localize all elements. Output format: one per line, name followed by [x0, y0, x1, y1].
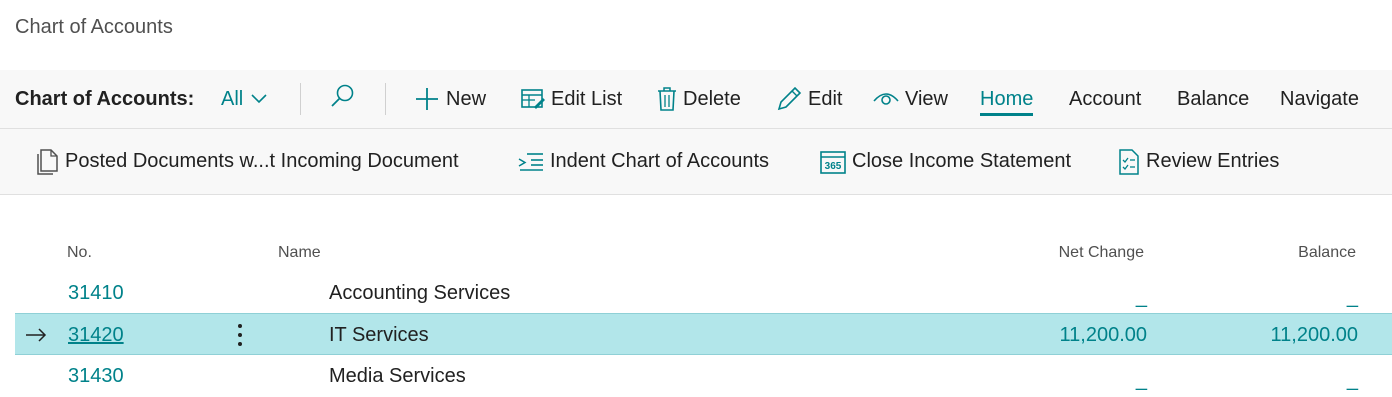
- indent-chart-button[interactable]: Indent Chart of Accounts: [518, 129, 769, 194]
- edit-list-button[interactable]: Edit List: [521, 70, 622, 128]
- account-no-link[interactable]: 31410: [68, 272, 124, 314]
- separator: [300, 83, 301, 115]
- view-label: View: [905, 87, 948, 110]
- balance-value[interactable]: _: [1347, 272, 1358, 314]
- account-no-link[interactable]: 31430: [68, 355, 124, 397]
- posted-documents-label: Posted Documents w...t Incoming Document: [65, 150, 459, 172]
- calendar-365-icon: 365: [820, 150, 846, 174]
- chevron-down-icon: [251, 94, 267, 104]
- table-row[interactable]: 31430 Media Services _ _: [15, 355, 1392, 397]
- delete-button[interactable]: Delete: [657, 70, 741, 128]
- table-row[interactable]: 31420 IT Services 11,200.00 11,200.00: [15, 313, 1392, 355]
- edit-button[interactable]: Edit: [776, 70, 842, 128]
- delete-label: Delete: [683, 87, 741, 110]
- review-entries-button[interactable]: Review Entries: [1118, 129, 1279, 194]
- pencil-icon: [776, 86, 802, 112]
- plus-icon: [414, 86, 440, 112]
- posted-documents-button[interactable]: Posted Documents w...t Incoming Document: [37, 129, 459, 194]
- balance-value[interactable]: 11,200.00: [1271, 314, 1359, 356]
- page-title: Chart of Accounts: [15, 16, 173, 38]
- balance-value[interactable]: _: [1347, 355, 1358, 397]
- close-income-statement-button[interactable]: 365 Close Income Statement: [820, 129, 1071, 194]
- action-bar: Chart of Accounts: All New Edit List Del…: [0, 70, 1392, 129]
- net-change-value[interactable]: _: [1136, 355, 1147, 397]
- indent-chart-label: Indent Chart of Accounts: [550, 150, 770, 172]
- column-header-net-change[interactable]: Net Change: [1059, 244, 1144, 262]
- review-entries-label: Review Entries: [1146, 150, 1280, 172]
- eye-icon: [873, 90, 899, 108]
- view-button[interactable]: View: [873, 70, 948, 128]
- account-no-link[interactable]: 31420: [68, 314, 124, 356]
- checklist-icon: [1118, 148, 1140, 175]
- arrow-right-icon: [25, 314, 47, 356]
- edit-list-icon: [521, 88, 545, 110]
- new-label: New: [446, 87, 487, 110]
- tab-account[interactable]: Account: [1069, 70, 1141, 128]
- account-name: IT Services: [329, 323, 429, 346]
- column-edge: [1388, 244, 1392, 396]
- more-vertical-icon[interactable]: [237, 314, 243, 356]
- tab-home[interactable]: Home: [980, 70, 1034, 128]
- search-icon: [330, 83, 356, 115]
- indent-icon: [518, 152, 544, 172]
- trash-icon: [657, 86, 677, 112]
- net-change-value[interactable]: _: [1136, 272, 1147, 314]
- column-header-balance[interactable]: Balance: [1298, 244, 1356, 262]
- column-header-no[interactable]: No.: [67, 244, 92, 262]
- tab-balance[interactable]: Balance: [1177, 70, 1249, 128]
- filter-dropdown[interactable]: All: [221, 70, 267, 128]
- filter-label: All: [221, 87, 244, 110]
- net-change-value[interactable]: 11,200.00: [1060, 314, 1148, 356]
- document-icon: [37, 148, 59, 175]
- account-name: Media Services: [329, 364, 466, 387]
- table-row[interactable]: 31410 Accounting Services _ _: [15, 272, 1392, 314]
- separator: [385, 83, 386, 115]
- svg-text:365: 365: [825, 161, 842, 172]
- sub-action-bar: Posted Documents w...t Incoming Document…: [0, 129, 1392, 195]
- search-button[interactable]: [330, 70, 356, 128]
- edit-list-label: Edit List: [551, 87, 623, 110]
- account-name: Accounting Services: [329, 281, 511, 304]
- page-caption: Chart of Accounts:: [15, 87, 195, 110]
- tab-navigate[interactable]: Navigate: [1280, 70, 1359, 128]
- column-header-name[interactable]: Name: [278, 244, 321, 262]
- close-income-statement-label: Close Income Statement: [852, 150, 1071, 172]
- new-button[interactable]: New: [414, 70, 486, 128]
- edit-label: Edit: [808, 87, 843, 110]
